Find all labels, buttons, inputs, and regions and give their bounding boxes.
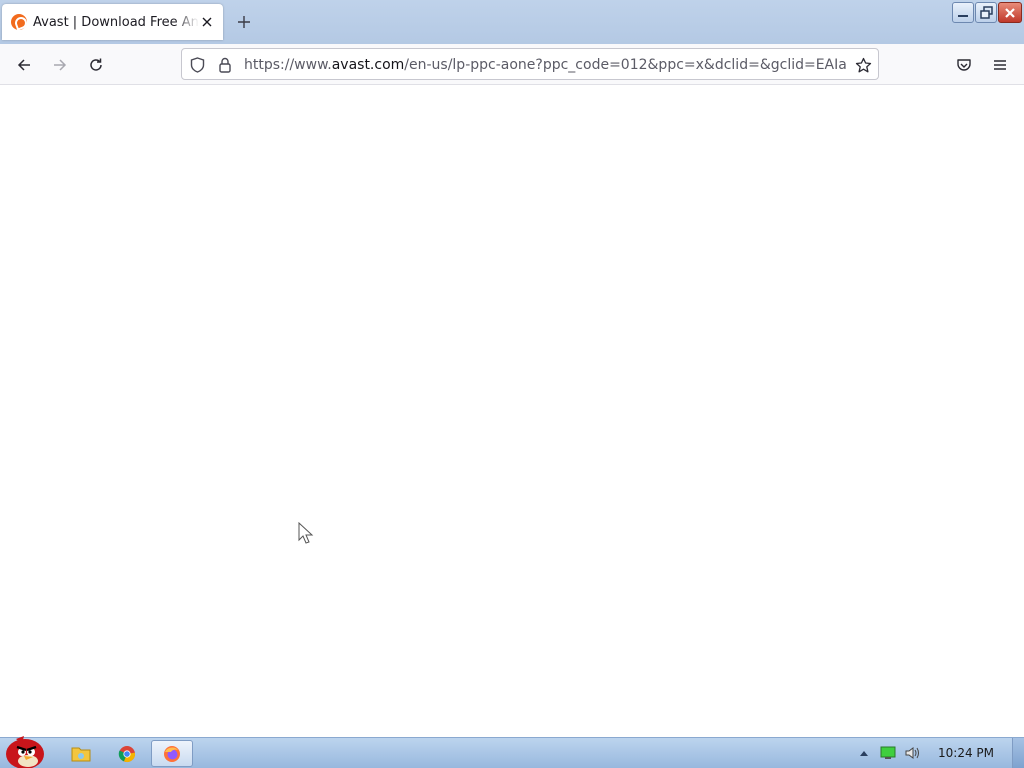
close-icon bbox=[1005, 7, 1015, 18]
network-icon[interactable] bbox=[880, 745, 896, 761]
navigation-bar: https://www.avast.com/en-us/lp-ppc-aone?… bbox=[0, 44, 1024, 85]
tab-avast[interactable]: Avast | Download Free Antivirus bbox=[2, 4, 223, 40]
new-tab-button[interactable] bbox=[234, 12, 254, 32]
arrow-right-icon bbox=[54, 59, 67, 71]
tab-close-icon[interactable] bbox=[199, 14, 215, 30]
page-content[interactable] bbox=[0, 85, 1024, 737]
taskbar: 10:24 PM bbox=[0, 736, 1024, 768]
menu-button[interactable] bbox=[986, 52, 1014, 78]
bookmark-star-icon[interactable] bbox=[854, 56, 872, 74]
url-bar[interactable]: https://www.avast.com/en-us/lp-ppc-aone?… bbox=[181, 48, 879, 80]
chrome-icon bbox=[118, 745, 136, 762]
menu-icon bbox=[994, 60, 1006, 70]
url-scheme: https://www. bbox=[244, 57, 332, 73]
taskbar-chrome[interactable] bbox=[106, 740, 148, 767]
file-explorer-icon bbox=[71, 747, 91, 761]
forward-button[interactable] bbox=[46, 52, 74, 78]
restore-button[interactable] bbox=[975, 2, 997, 23]
shield-icon[interactable] bbox=[188, 56, 206, 74]
back-button[interactable] bbox=[10, 52, 38, 78]
start-button[interactable] bbox=[2, 730, 48, 768]
system-tray: 10:24 PM bbox=[852, 738, 1024, 768]
window-controls bbox=[952, 2, 1022, 24]
firefox-icon bbox=[164, 745, 180, 762]
minimize-icon bbox=[958, 14, 968, 17]
tab-title: Avast | Download Free Antivirus bbox=[33, 14, 199, 30]
mouse-cursor-icon bbox=[298, 522, 314, 544]
restore-icon bbox=[979, 6, 993, 19]
angry-birds-icon bbox=[6, 736, 44, 768]
lock-icon[interactable] bbox=[216, 56, 234, 74]
avast-icon bbox=[11, 14, 27, 30]
volume-icon[interactable] bbox=[904, 745, 920, 761]
arrow-left-icon bbox=[17, 59, 30, 71]
tab-strip: Avast | Download Free Antivirus bbox=[0, 0, 1024, 44]
taskbar-firefox[interactable] bbox=[151, 740, 193, 767]
close-button[interactable] bbox=[998, 2, 1022, 23]
url-host: avast.com bbox=[331, 57, 405, 73]
pocket-button[interactable] bbox=[950, 52, 978, 78]
tray-expand-icon[interactable] bbox=[856, 745, 872, 761]
minimize-button[interactable] bbox=[952, 2, 974, 23]
screen: Avast | Download Free Antivirus bbox=[0, 0, 1024, 768]
url-path: /en-us/lp-ppc-aone?ppc_code=012&ppc=x&dc… bbox=[404, 57, 848, 73]
show-desktop-button[interactable] bbox=[1012, 738, 1024, 768]
reload-button[interactable] bbox=[82, 52, 110, 78]
reload-icon bbox=[90, 58, 102, 71]
pocket-icon bbox=[957, 59, 971, 71]
taskbar-clock[interactable]: 10:24 PM bbox=[938, 746, 994, 760]
taskbar-file-explorer[interactable] bbox=[60, 740, 102, 767]
plus-icon bbox=[238, 16, 250, 28]
url-text[interactable]: https://www.avast.com/en-us/lp-ppc-aone?… bbox=[244, 56, 848, 74]
